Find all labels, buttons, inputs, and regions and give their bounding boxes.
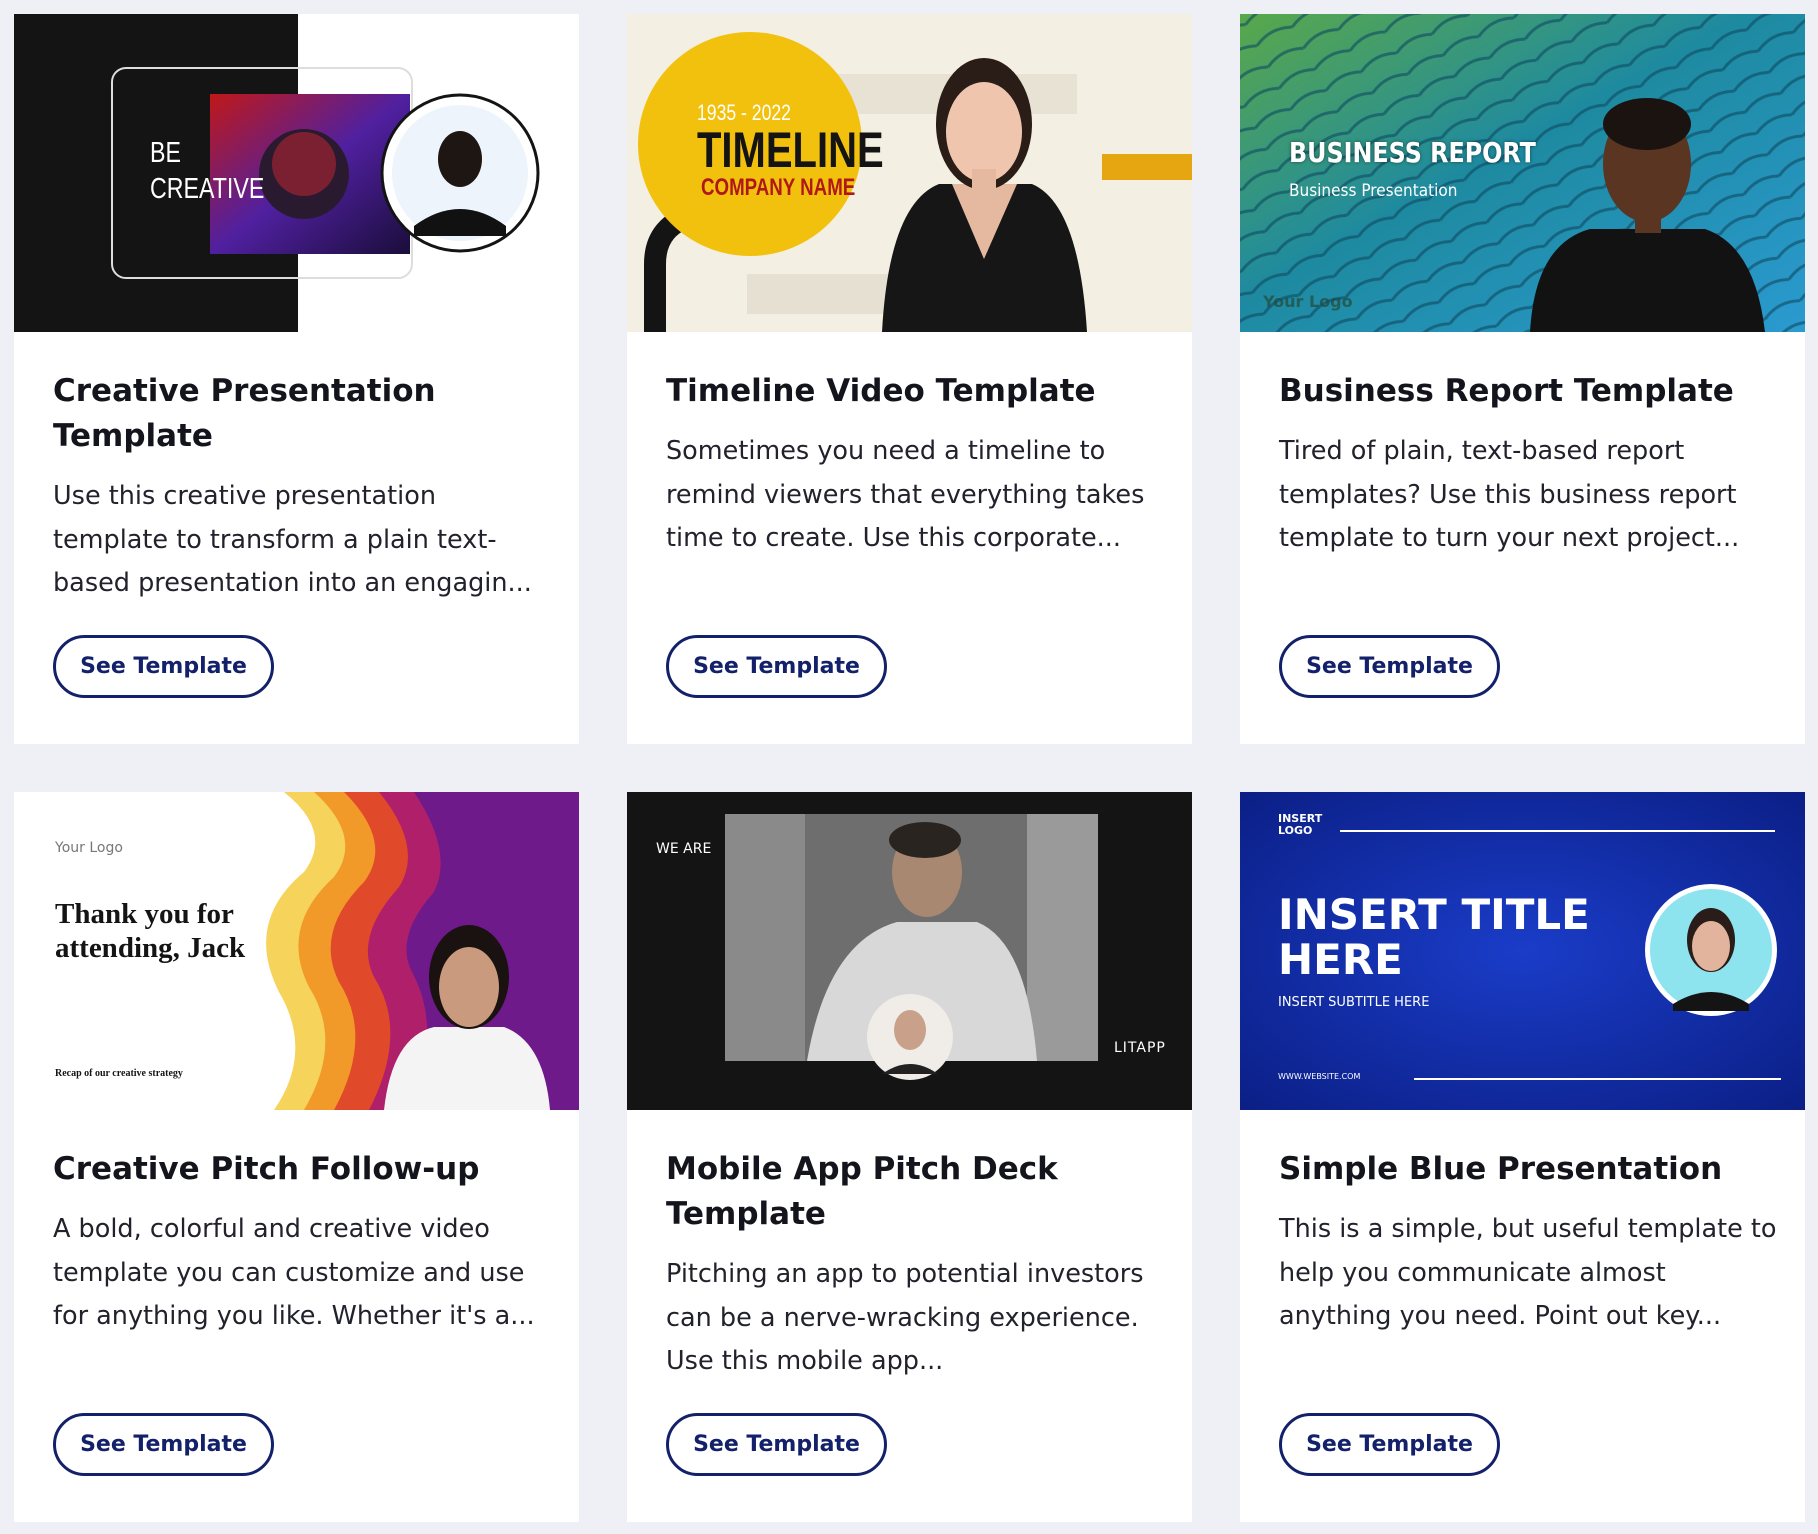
template-card[interactable]: Your Logo Thank you for attending, Jack …: [14, 792, 579, 1522]
template-thumbnail[interactable]: 1935 - 2022 TIMELINE COMPANY NAME: [627, 14, 1192, 332]
template-card[interactable]: INSERT LOGO INSERT TITLE HERE INSERT SUB…: [1240, 792, 1805, 1522]
thumbnail-website: WWW.WEBSITE.COM: [1278, 1072, 1361, 1081]
business-report-preview: [1240, 14, 1805, 332]
thumbnail-caption: Recap of our creative strategy: [55, 1068, 183, 1079]
thumbnail-text-line2: CREATIVE: [150, 173, 265, 205]
see-template-button[interactable]: See Template: [53, 1413, 274, 1476]
thumbnail-heading: TIMELINE: [697, 122, 884, 178]
template-thumbnail[interactable]: INSERT LOGO INSERT TITLE HERE INSERT SUB…: [1240, 792, 1805, 1110]
see-template-button[interactable]: See Template: [666, 1413, 887, 1476]
see-template-button[interactable]: See Template: [53, 635, 274, 698]
template-thumbnail[interactable]: Your Logo Thank you for attending, Jack …: [14, 792, 579, 1110]
see-template-button[interactable]: See Template: [1279, 635, 1500, 698]
thumbnail-text-line1: BE: [150, 137, 181, 169]
template-card[interactable]: BUSINESS REPORT Business Presentation Yo…: [1240, 14, 1805, 744]
creative-presentation-preview: [14, 14, 579, 332]
template-card[interactable]: BE CREATIVE Creative Presentation Templa…: [14, 14, 579, 744]
card-title: Mobile App Pitch Deck Template: [666, 1151, 1058, 1232]
see-template-button[interactable]: See Template: [1279, 1413, 1500, 1476]
thumbnail-tag: WE ARE: [656, 841, 712, 857]
thumbnail-subheading: INSERT SUBTITLE HERE: [1278, 995, 1430, 1010]
mobile-app-pitch-preview: [627, 792, 1192, 1110]
template-thumbnail[interactable]: WE ARE LITAPP: [627, 792, 1192, 1110]
card-title: Simple Blue Presentation: [1279, 1151, 1723, 1187]
template-card[interactable]: 1935 - 2022 TIMELINE COMPANY NAME Timeli…: [627, 14, 1192, 744]
thumbnail-brand: LITAPP: [1114, 1040, 1166, 1056]
thumbnail-logo-text: Your Logo: [1263, 292, 1353, 311]
card-description: Use this creative presentation template …: [53, 481, 532, 598]
card-description: Tired of plain, text-based report templa…: [1279, 436, 1740, 553]
template-card[interactable]: WE ARE LITAPP Mobile App Pitch Deck Temp…: [627, 792, 1192, 1522]
thumbnail-subheading: Business Presentation: [1289, 181, 1458, 201]
card-title: Creative Pitch Follow-up: [53, 1151, 480, 1187]
card-description: Sometimes you need a timeline to remind …: [666, 436, 1145, 553]
card-title: Creative Presentation Template: [53, 373, 436, 454]
card-title: Business Report Template: [1279, 373, 1734, 409]
thumbnail-heading: BUSINESS REPORT: [1289, 136, 1536, 169]
see-template-button[interactable]: See Template: [666, 635, 887, 698]
card-description: Pitching an app to potential investors c…: [666, 1259, 1144, 1376]
thumbnail-heading: INSERT TITLE HERE: [1278, 890, 1590, 984]
card-title: Timeline Video Template: [666, 373, 1096, 409]
thumbnail-subheading: COMPANY NAME: [701, 174, 856, 201]
template-thumbnail[interactable]: BUSINESS REPORT Business Presentation Yo…: [1240, 14, 1805, 332]
card-description: This is a simple, but useful template to…: [1279, 1214, 1777, 1331]
thumbnail-logo-text: INSERT LOGO: [1278, 812, 1323, 837]
thumbnail-logo-text: Your Logo: [55, 840, 123, 856]
thumbnail-heading: Thank you for attending, Jack: [55, 898, 246, 964]
template-thumbnail[interactable]: BE CREATIVE: [14, 14, 579, 332]
card-description: A bold, colorful and creative video temp…: [53, 1214, 535, 1331]
